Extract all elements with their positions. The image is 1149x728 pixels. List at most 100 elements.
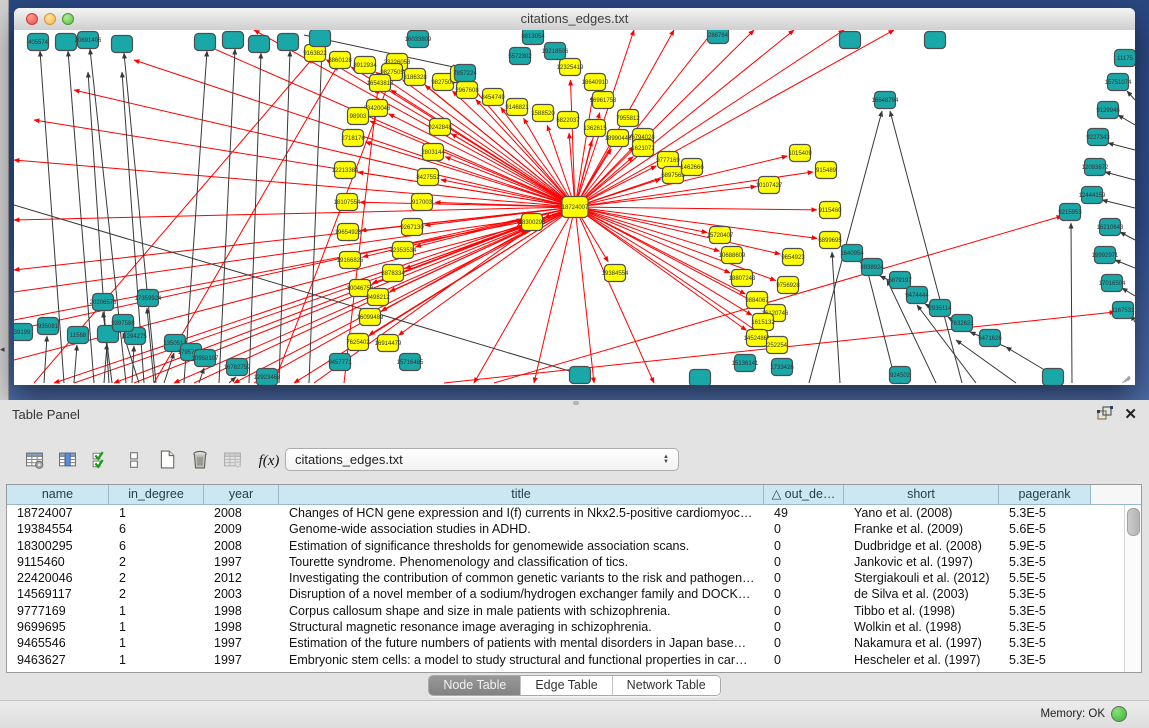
network-node[interactable]: 16914479 bbox=[375, 335, 402, 352]
window-resize-grip[interactable] bbox=[1119, 369, 1133, 383]
table-cell[interactable]: 5.3E-5 bbox=[999, 635, 1091, 651]
network-node[interactable]: 15716485 bbox=[397, 354, 424, 371]
table-row[interactable]: 1456911722003Disruption of a novel membe… bbox=[7, 586, 1125, 602]
network-node[interactable]: 15720407 bbox=[707, 227, 734, 244]
network-node[interactable]: 16099489 bbox=[357, 309, 384, 326]
network-canvas[interactable]: 9163822 8860128 8912934 23226058 9827505… bbox=[14, 30, 1135, 385]
table-cell[interactable]: 5.3E-5 bbox=[999, 505, 1091, 521]
table-cell[interactable]: 5.3E-5 bbox=[999, 554, 1091, 570]
network-node[interactable]: 18990448 bbox=[605, 130, 632, 147]
table-cell[interactable]: 6 bbox=[109, 521, 204, 537]
table-cell[interactable]: 1 bbox=[109, 619, 204, 635]
table-cell[interactable]: Genome-wide association studies in ADHD. bbox=[279, 521, 764, 537]
network-edge[interactable] bbox=[219, 49, 235, 383]
table-row[interactable]: 1830029562008Estimation of significance … bbox=[7, 538, 1125, 554]
network-node[interactable]: 9654923 bbox=[781, 249, 805, 266]
column-header-out_de[interactable]: △ out_de… bbox=[764, 485, 844, 505]
column-header-pagerank[interactable]: pagerank bbox=[999, 485, 1091, 505]
network-node[interactable] bbox=[690, 370, 711, 386]
network-edge[interactable] bbox=[1071, 223, 1072, 383]
close-panel-icon[interactable]: ✕ bbox=[1124, 405, 1137, 423]
table-row[interactable]: 946362711997Embryonic stem cells: a mode… bbox=[7, 652, 1125, 668]
network-node[interactable]: 9457771 bbox=[328, 354, 352, 371]
select-all-button[interactable] bbox=[88, 447, 114, 475]
table-cell[interactable]: Tibbo et al. (1998) bbox=[844, 603, 999, 619]
table-cell[interactable]: 0 bbox=[764, 603, 844, 619]
table-cell[interactable]: Disruption of a novel member of a sodium… bbox=[279, 586, 764, 602]
table-cell[interactable]: 5.3E-5 bbox=[999, 619, 1091, 635]
table-cell[interactable]: 0 bbox=[764, 635, 844, 651]
network-node[interactable]: 252254 bbox=[767, 337, 788, 354]
network-edge[interactable] bbox=[1108, 143, 1135, 150]
table-row[interactable]: 1872400712008Changes of HCN gene express… bbox=[7, 505, 1125, 521]
table-cell[interactable]: 1 bbox=[109, 505, 204, 521]
network-node[interactable]: 8813054 bbox=[521, 30, 545, 45]
table-cell[interactable]: 1997 bbox=[204, 635, 279, 651]
network-edge[interactable] bbox=[575, 207, 707, 233]
network-node[interactable]: 9267130 bbox=[400, 219, 424, 236]
network-node[interactable]: 1462666 bbox=[680, 159, 704, 176]
table-cell[interactable]: Tourette syndrome. Phenomenology and cla… bbox=[279, 554, 764, 570]
network-node[interactable]: 19654923 bbox=[335, 224, 362, 241]
table-cell[interactable]: Jankovic et al. (1997) bbox=[844, 554, 999, 570]
network-node[interactable]: 9498212 bbox=[366, 289, 390, 306]
network-node[interactable] bbox=[195, 34, 216, 51]
table-cell[interactable]: de Silva et al. (2003) bbox=[844, 586, 999, 602]
table-cell[interactable]: 18300295 bbox=[7, 538, 109, 554]
network-node[interactable]: 12923468 bbox=[254, 369, 281, 386]
table-cell[interactable]: Structural magnetic resonance image aver… bbox=[279, 619, 764, 635]
network-edge[interactable] bbox=[1120, 232, 1135, 240]
clear-selection-button[interactable] bbox=[121, 447, 147, 475]
table-cell[interactable]: Franke et al. (2009) bbox=[844, 521, 999, 537]
network-edge[interactable] bbox=[147, 308, 154, 383]
network-node[interactable] bbox=[840, 32, 861, 49]
table-cell[interactable]: Yano et al. (2008) bbox=[844, 505, 999, 521]
table-cell[interactable]: 9463627 bbox=[7, 652, 109, 668]
network-edge[interactable] bbox=[184, 51, 207, 383]
network-edge[interactable] bbox=[570, 80, 575, 207]
network-edge[interactable] bbox=[1105, 172, 1135, 180]
network-node[interactable]: 12444159 bbox=[1079, 187, 1106, 204]
table-cell[interactable]: 0 bbox=[764, 570, 844, 586]
table-cell[interactable]: 1997 bbox=[204, 652, 279, 668]
table-cell[interactable]: Nakamura et al. (1997) bbox=[844, 635, 999, 651]
network-node[interactable]: 1621072 bbox=[631, 140, 655, 157]
table-cell[interactable]: 2003 bbox=[204, 586, 279, 602]
network-node[interactable]: 12325419 bbox=[557, 59, 584, 76]
network-node[interactable]: 935081 bbox=[38, 318, 59, 335]
network-edge[interactable] bbox=[1127, 91, 1135, 100]
network-node[interactable]: 9115460 bbox=[819, 202, 843, 219]
column-header-year[interactable]: year bbox=[204, 485, 279, 505]
table-cell[interactable]: 1 bbox=[109, 635, 204, 651]
network-node[interactable]: 8860128 bbox=[328, 52, 352, 69]
network-edge[interactable] bbox=[74, 345, 77, 383]
memory-status-indicator[interactable] bbox=[1111, 706, 1127, 722]
network-edge[interactable] bbox=[370, 121, 575, 207]
network-node[interactable]: 12353534 bbox=[390, 242, 417, 259]
table-cell[interactable]: 1997 bbox=[204, 554, 279, 570]
network-node[interactable]: 9227343 bbox=[1086, 129, 1110, 146]
table-row[interactable]: 2242004622012Investigating the contribut… bbox=[7, 570, 1125, 586]
table-cell[interactable]: Wolkin et al. (1998) bbox=[844, 619, 999, 635]
window-titlebar[interactable]: citations_edges.txt bbox=[14, 8, 1135, 31]
network-node[interactable]: 7625402 bbox=[346, 334, 370, 351]
column-header-short[interactable]: short bbox=[844, 485, 999, 505]
network-node[interactable] bbox=[310, 30, 331, 47]
network-node[interactable]: 11175 bbox=[1115, 50, 1136, 67]
network-node[interactable]: 915489 bbox=[816, 162, 837, 179]
table-cell[interactable]: Estimation of significance thresholds fo… bbox=[279, 538, 764, 554]
network-node[interactable]: 405574 bbox=[28, 34, 49, 51]
table-cell[interactable]: 9465546 bbox=[7, 635, 109, 651]
table-cell[interactable]: 2009 bbox=[204, 521, 279, 537]
table-cell[interactable]: 9777169 bbox=[7, 603, 109, 619]
network-node[interactable]: 16033809 bbox=[405, 31, 432, 48]
table-cell[interactable]: 2008 bbox=[204, 538, 279, 554]
table-cell[interactable]: 9115460 bbox=[7, 554, 109, 570]
network-node[interactable]: 19992971 bbox=[1092, 247, 1119, 264]
network-node[interactable]: 1640954 bbox=[840, 245, 864, 262]
network-node[interactable]: 1733426 bbox=[770, 359, 794, 376]
network-node[interactable]: 6471626 bbox=[978, 330, 1002, 347]
network-node[interactable]: 2967608 bbox=[455, 82, 479, 99]
show-columns-button[interactable] bbox=[55, 447, 81, 475]
collapsed-side-panel[interactable]: ◂ bbox=[0, 0, 9, 400]
